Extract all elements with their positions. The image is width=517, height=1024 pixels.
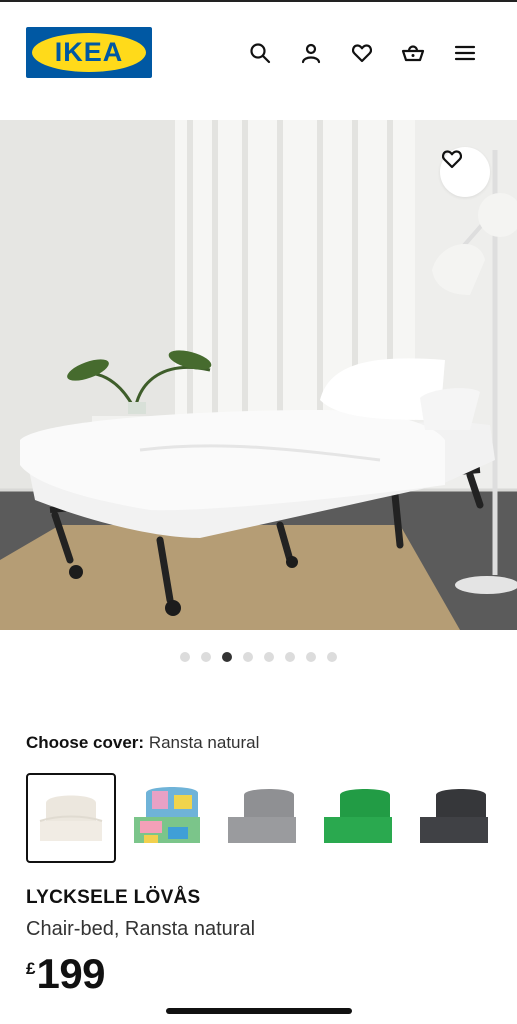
cover-option-grey[interactable] <box>220 773 308 861</box>
carousel-dot[interactable] <box>243 652 253 662</box>
selected-cover-value: Ransta natural <box>148 733 260 752</box>
product-price: £ 199 <box>26 950 106 997</box>
carousel-dot[interactable] <box>180 652 190 662</box>
chair-thumbnail <box>228 789 296 843</box>
cover-option-ransta-natural[interactable] <box>26 773 116 863</box>
cover-swatches <box>26 773 517 863</box>
product-name: LYCKSELE LÖVÅS <box>26 887 201 908</box>
cover-option-green[interactable] <box>316 773 404 861</box>
cover-option-dark-grey[interactable] <box>412 773 500 861</box>
cover-option-multicolour[interactable] <box>124 773 212 861</box>
carousel-dot[interactable] <box>327 652 337 662</box>
site-header: IKEA <box>0 2 517 120</box>
product-photo <box>0 120 517 630</box>
choose-cover-label: Choose cover: <box>26 733 145 752</box>
logo-oval: IKEA <box>32 33 146 72</box>
search-icon[interactable] <box>247 40 273 66</box>
product-description: Chair-bed, Ransta natural <box>26 918 256 940</box>
user-icon[interactable] <box>298 40 324 66</box>
menu-icon[interactable] <box>452 40 478 66</box>
chair-thumbnail <box>134 787 200 843</box>
home-indicator[interactable] <box>166 1008 352 1014</box>
carousel-dot-active[interactable] <box>222 652 232 662</box>
product-image[interactable] <box>0 120 517 630</box>
price-currency: £ <box>26 959 36 978</box>
carousel-dot[interactable] <box>306 652 316 662</box>
ikea-logo[interactable]: IKEA <box>26 27 152 78</box>
heart-icon[interactable] <box>349 40 375 66</box>
heart-icon <box>441 150 463 169</box>
chair-thumbnail <box>420 789 488 843</box>
carousel-dots <box>0 652 517 664</box>
carousel-dot[interactable] <box>201 652 211 662</box>
carousel-dot[interactable] <box>285 652 295 662</box>
carousel-dot[interactable] <box>264 652 274 662</box>
add-to-favourites-button[interactable] <box>440 147 490 197</box>
price-amount: 199 <box>36 950 106 997</box>
cover-selector-label: Choose cover: Ransta natural <box>26 733 259 753</box>
chair-thumbnail <box>324 789 392 843</box>
chair-thumbnail <box>39 795 103 841</box>
basket-icon[interactable] <box>400 40 426 66</box>
logo-text: IKEA <box>54 37 124 67</box>
